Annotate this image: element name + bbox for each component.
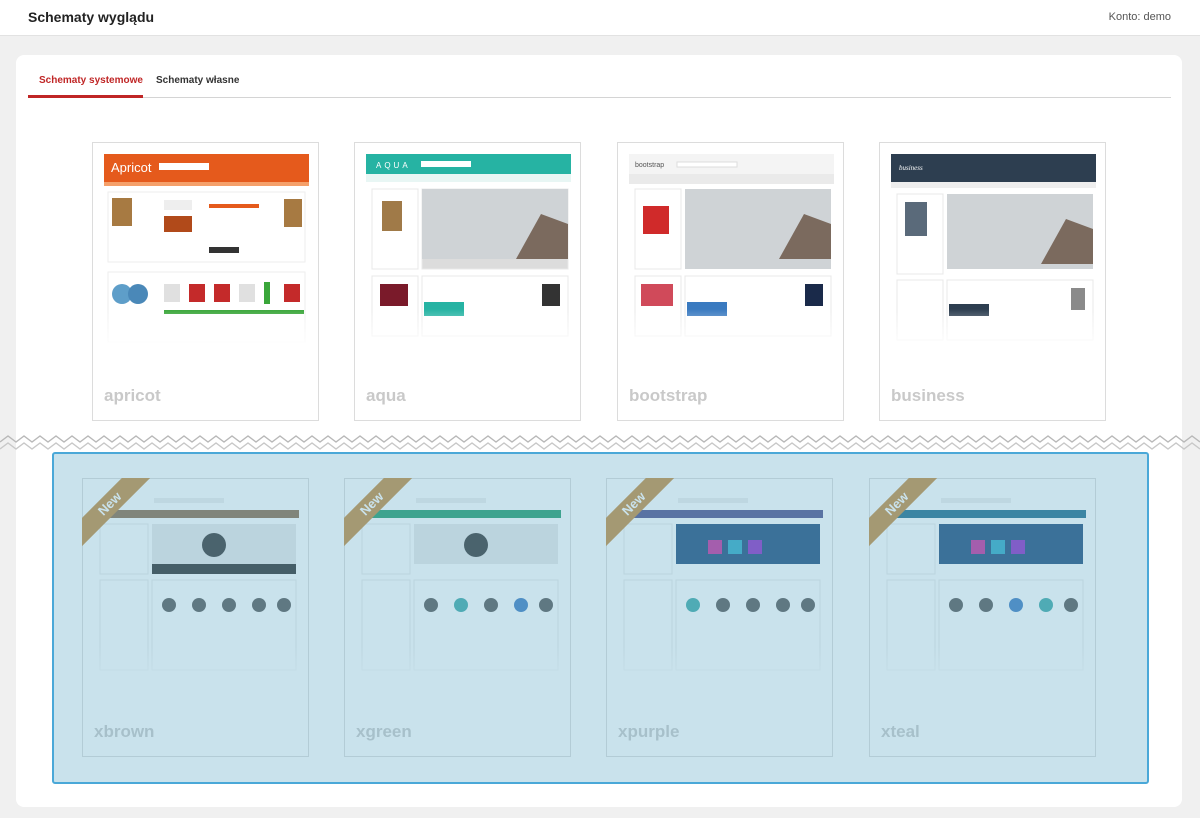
new-themes-highlight [52, 452, 1149, 784]
theme-logo: bootstrap [635, 162, 664, 169]
theme-card-bootstrap[interactable]: bootstrap bootstrap [617, 142, 844, 421]
page-title: Schematy wyglądu [28, 9, 155, 25]
theme-name: aqua [366, 386, 406, 405]
theme-logo: AQUA [376, 161, 411, 170]
top-bar: Schematy wyglądu Konto: demo [0, 0, 1200, 36]
theme-card-apricot[interactable]: Apricot apricot [92, 142, 319, 421]
active-tab-indicator [28, 95, 143, 98]
theme-preview: Apricot [104, 154, 309, 349]
theme-card-aqua[interactable]: AQUA aqua [354, 142, 581, 421]
theme-name: apricot [104, 386, 161, 405]
theme-name: bootstrap [629, 386, 708, 405]
torn-edge-divider [0, 435, 1200, 450]
theme-logo: business [899, 164, 923, 172]
tab-bar: Schematy systemowe Schematy własne [28, 55, 1171, 98]
theme-preview: business [891, 154, 1096, 349]
tab-custom-themes[interactable]: Schematy własne [156, 75, 239, 86]
account-label: Konto: demo [1108, 11, 1171, 23]
theme-logo: Apricot [111, 160, 152, 175]
theme-card-business[interactable]: business business [879, 142, 1106, 421]
theme-preview: AQUA [366, 154, 571, 349]
theme-preview: bootstrap [629, 154, 834, 349]
theme-name: business [891, 386, 965, 405]
tab-system-themes[interactable]: Schematy systemowe [39, 75, 143, 86]
